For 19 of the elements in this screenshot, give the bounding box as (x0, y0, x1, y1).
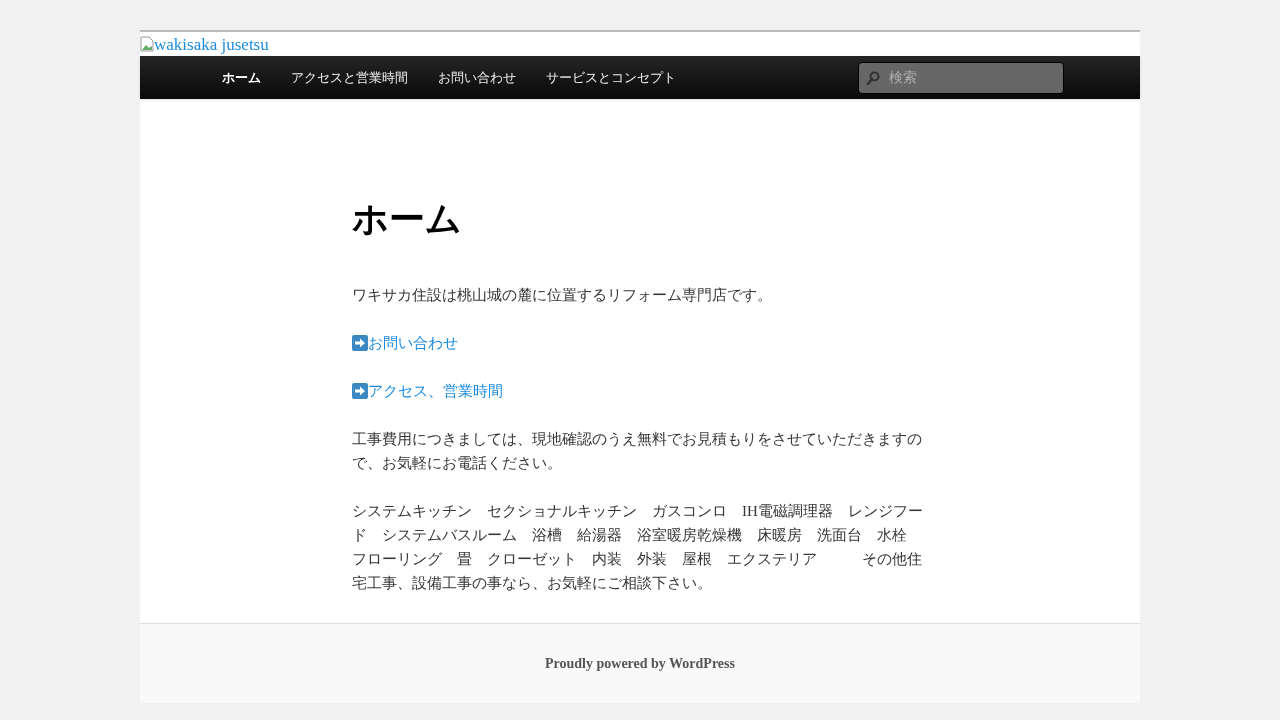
paragraph-line: フローリング 畳 クローゼット 内装 外装 屋根 エクステリア その他住 (352, 550, 923, 569)
paragraph-line: システムキッチン セクショナルキッチン ガスコンロ IH電磁調理器 レンジフー (352, 502, 924, 521)
nav-item[interactable]: お問い合わせ (423, 56, 531, 99)
page-link[interactable]: お問い合わせ (368, 331, 458, 355)
nav-item[interactable]: ホーム (207, 56, 276, 99)
footer-credit-link[interactable]: Proudly powered by WordPress (545, 653, 735, 674)
paragraph-line: ド システムバスルーム 浴槽 給湯器 浴室暖房乾燥機 床暖房 洗面台 水栓 (352, 526, 908, 545)
search-field[interactable]: 検索 (858, 61, 1064, 94)
arrow-icon (352, 383, 368, 399)
search-icon (866, 70, 880, 85)
nav-item[interactable]: サービスとコンセプト (531, 56, 691, 99)
paragraph: ワキサカ住設は桃山城の麓に位置するリフォーム専門店です。 (352, 286, 773, 305)
nav-item[interactable]: アクセスと営業時間 (276, 56, 423, 99)
page-title: ホーム (352, 198, 463, 241)
site-logo-link[interactable]: wakisaka jusetsu (154, 35, 269, 53)
arrow-icon (352, 335, 368, 351)
page-link[interactable]: アクセス、営業時間 (368, 379, 503, 403)
paragraph-line: 宅工事、設備工事の事なら、お気軽にご相談下さい。 (352, 574, 713, 593)
paragraph: 工事費用につきましては、現地確認のうえ無料でお見積もりをさせていただきますので、お気軽にお電話ください。 (352, 430, 923, 473)
